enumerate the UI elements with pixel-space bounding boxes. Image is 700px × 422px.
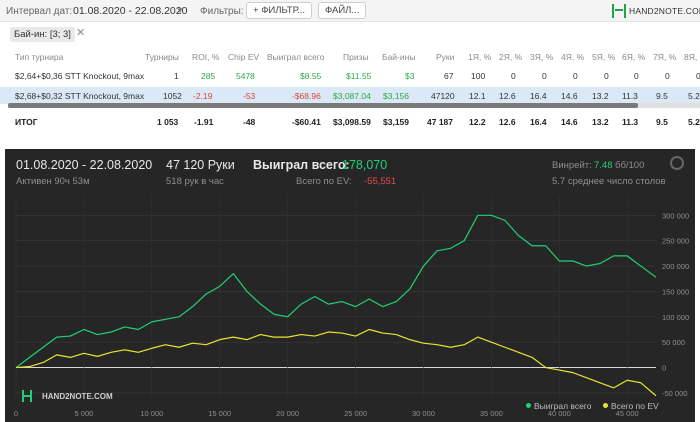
- y-tick-label: 0: [662, 364, 666, 373]
- watermark-logo-text: HAND2NOTE.COM: [42, 392, 113, 401]
- legend-item-ev[interactable]: Всего по EV: [603, 401, 659, 411]
- x-tick-label: 25 000: [344, 409, 367, 418]
- legend-label: Выиграл всего: [534, 401, 592, 411]
- series-line-ev: [15, 328, 657, 397]
- y-tick-label: 250 000: [662, 237, 689, 246]
- results-line-chart: 300 000 250 000 200 000 150 000 100 000 50 00…: [14, 195, 689, 418]
- x-tick-label: 15 000: [208, 409, 231, 418]
- watermark-logo-icon: [22, 395, 32, 397]
- y-tick-label: 300 000: [662, 211, 689, 220]
- x-tick-label: 20 000: [276, 409, 299, 418]
- x-tick-label: 35 000: [480, 409, 503, 418]
- x-tick-label: 10 000: [140, 409, 163, 418]
- x-tick-label: 0: [14, 409, 18, 418]
- y-tick-label: 100 000: [662, 313, 689, 322]
- x-tick-label: 30 000: [412, 409, 435, 418]
- legend-dot-icon: [603, 403, 608, 408]
- y-tick-label: 150 000: [662, 287, 689, 296]
- y-tick-label: 200 000: [662, 262, 689, 271]
- y-tick-label: -50 000: [662, 389, 687, 398]
- x-tick-label: 5 000: [75, 409, 94, 418]
- legend-label: Всего по EV: [611, 401, 659, 411]
- legend-dot-icon: [526, 403, 531, 408]
- y-tick-label: 50 000: [662, 338, 685, 347]
- legend-item-won[interactable]: Выиграл всего: [526, 401, 591, 411]
